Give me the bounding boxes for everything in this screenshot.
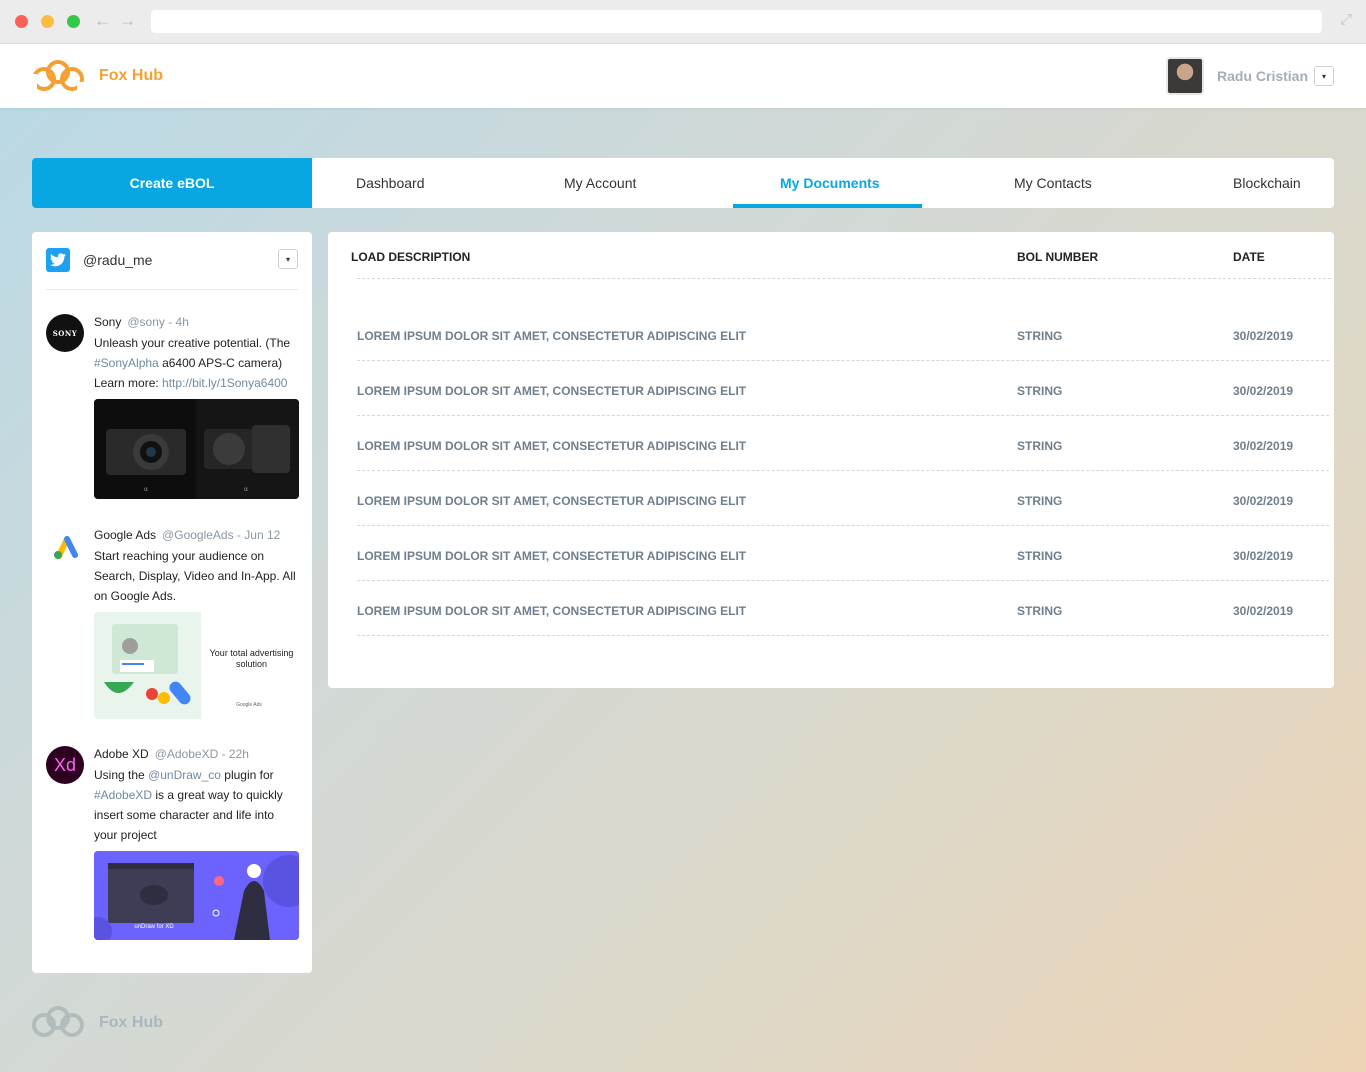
url-link[interactable]: http://bit.ly/1Sonya6400 [162,376,287,390]
address-bar[interactable] [151,10,1322,33]
tweet-text: Start reaching your audience on Search, … [94,549,296,603]
tweet-text-part: a6400 APS-C camera) [162,356,283,370]
camera-image[interactable]: α α [94,399,299,499]
row-bol-number: STRING [1017,384,1063,398]
row-date: 30/02/2019 [1233,384,1294,398]
divider [46,289,298,290]
mention-link[interactable]: @unDraw_co [148,768,221,782]
minimize-window-button[interactable] [41,15,54,28]
tweet-meta: @GoogleAds - Jun 12 [162,528,281,542]
tweet-author[interactable]: Adobe XD [94,747,149,761]
table-row[interactable]: LOREM IPSUM DOLOR SIT AMET, CONSECTETUR … [357,361,1329,416]
create-ebol-button[interactable]: Create eBOL [32,158,312,208]
tweet-text: Unleash your creative potential. (The #S… [94,333,299,393]
google-ads-avatar[interactable] [46,527,84,565]
tab-my-account[interactable]: My Account [564,158,636,208]
row-bol-number: STRING [1017,494,1063,508]
row-bol-number: STRING [1017,329,1063,343]
table-row[interactable]: LOREM IPSUM DOLOR SIT AMET, CONSECTETUR … [357,306,1329,361]
row-date: 30/02/2019 [1233,494,1294,508]
active-tab-indicator [733,204,922,208]
table-row[interactable]: LOREM IPSUM DOLOR SIT AMET, CONSECTETUR … [357,416,1329,471]
browser-chrome: ← → ⤢ [0,0,1366,44]
row-description: LOREM IPSUM DOLOR SIT AMET, CONSECTETUR … [357,329,747,343]
tweet-text-part: Learn more: [94,376,159,390]
google-ads-image[interactable]: Your total advertising solution Google A… [94,612,299,719]
fox-hub-footer-logo-icon [32,1006,84,1037]
svg-text:α: α [244,486,248,493]
row-bol-number: STRING [1017,604,1063,618]
close-window-button[interactable] [15,15,28,28]
row-description: LOREM IPSUM DOLOR SIT AMET, CONSECTETUR … [357,384,747,398]
row-date: 30/02/2019 [1233,439,1294,453]
hashtag-link[interactable]: #SonyAlpha [94,356,159,370]
tab-my-documents[interactable]: My Documents [780,158,880,208]
tweet-text: Using the @unDraw_co plugin for #AdobeXD… [94,765,299,845]
table-row[interactable]: LOREM IPSUM DOLOR SIT AMET, CONSECTETUR … [357,526,1329,581]
column-header-load-description[interactable]: LOAD DESCRIPTION [351,250,470,264]
tab-dashboard[interactable]: Dashboard [356,158,425,208]
undraw-image[interactable]: unDraw for XD [94,851,299,940]
back-arrow-icon[interactable]: ← [94,11,111,31]
twitter-feed: @radu_me ▾ SONY Sony @sony - 4h Unleash y… [32,232,312,973]
sony-avatar[interactable]: SONY [46,314,84,352]
tweet-text-part: Unleash your creative potential. (The [94,336,291,350]
row-bol-number: STRING [1017,549,1063,563]
tweet-text-part: plugin for [224,768,274,782]
twitter-icon [46,248,70,272]
main-tabs: Create eBOL Dashboard My Account My Docu… [32,158,1334,208]
user-avatar[interactable] [1166,57,1204,95]
fox-hub-logo-icon[interactable] [31,60,85,92]
tab-blockchain[interactable]: Blockchain [1233,158,1301,208]
row-description: LOREM IPSUM DOLOR SIT AMET, CONSECTETUR … [357,549,747,563]
table-row[interactable]: LOREM IPSUM DOLOR SIT AMET, CONSECTETUR … [357,471,1329,526]
tweet-author[interactable]: Sony [94,315,121,329]
adobe-xd-avatar[interactable]: Xd [46,746,84,784]
undraw-caption: unDraw for XD [134,924,174,930]
brand-name[interactable]: Fox Hub [99,67,163,85]
tweet-meta: @AdobeXD - 22h [154,747,249,761]
column-header-date[interactable]: DATE [1233,250,1265,264]
forward-arrow-icon[interactable]: → [119,11,136,31]
ad-logo-text: Google Ads [236,702,262,708]
chevron-down-icon[interactable]: ▾ [1314,66,1334,86]
maximize-window-button[interactable] [67,15,80,28]
tab-my-contacts[interactable]: My Contacts [1014,158,1092,208]
hashtag-link[interactable]: #AdobeXD [94,788,152,802]
documents-table: LOAD DESCRIPTION BOL NUMBER DATE LOREM I… [328,232,1334,688]
top-header: Fox Hub Radu Cristian ▾ [0,44,1366,108]
twitter-handle[interactable]: @radu_me [83,252,152,268]
column-header-bol-number[interactable]: BOL NUMBER [1017,250,1098,264]
user-name[interactable]: Radu Cristian [1217,68,1308,84]
header-divider [357,278,1331,279]
row-date: 30/02/2019 [1233,329,1294,343]
row-bol-number: STRING [1017,439,1063,453]
row-description: LOREM IPSUM DOLOR SIT AMET, CONSECTETUR … [357,604,747,618]
svg-text:α: α [144,486,148,493]
row-description: LOREM IPSUM DOLOR SIT AMET, CONSECTETUR … [357,494,747,508]
chevron-down-icon[interactable]: ▾ [278,249,298,269]
table-row[interactable]: LOREM IPSUM DOLOR SIT AMET, CONSECTETUR … [357,581,1329,636]
row-description: LOREM IPSUM DOLOR SIT AMET, CONSECTETUR … [357,439,747,453]
tweet-author[interactable]: Google Ads [94,528,156,542]
footer-brand-name: Fox Hub [99,1014,163,1031]
tweet-meta: @sony - 4h [127,315,189,329]
expand-icon[interactable]: ⤢ [1340,11,1352,28]
row-date: 30/02/2019 [1233,549,1294,563]
ad-caption: Your total advertising solution [209,648,294,669]
row-date: 30/02/2019 [1233,604,1294,618]
tweet-text-part: Using the [94,768,145,782]
